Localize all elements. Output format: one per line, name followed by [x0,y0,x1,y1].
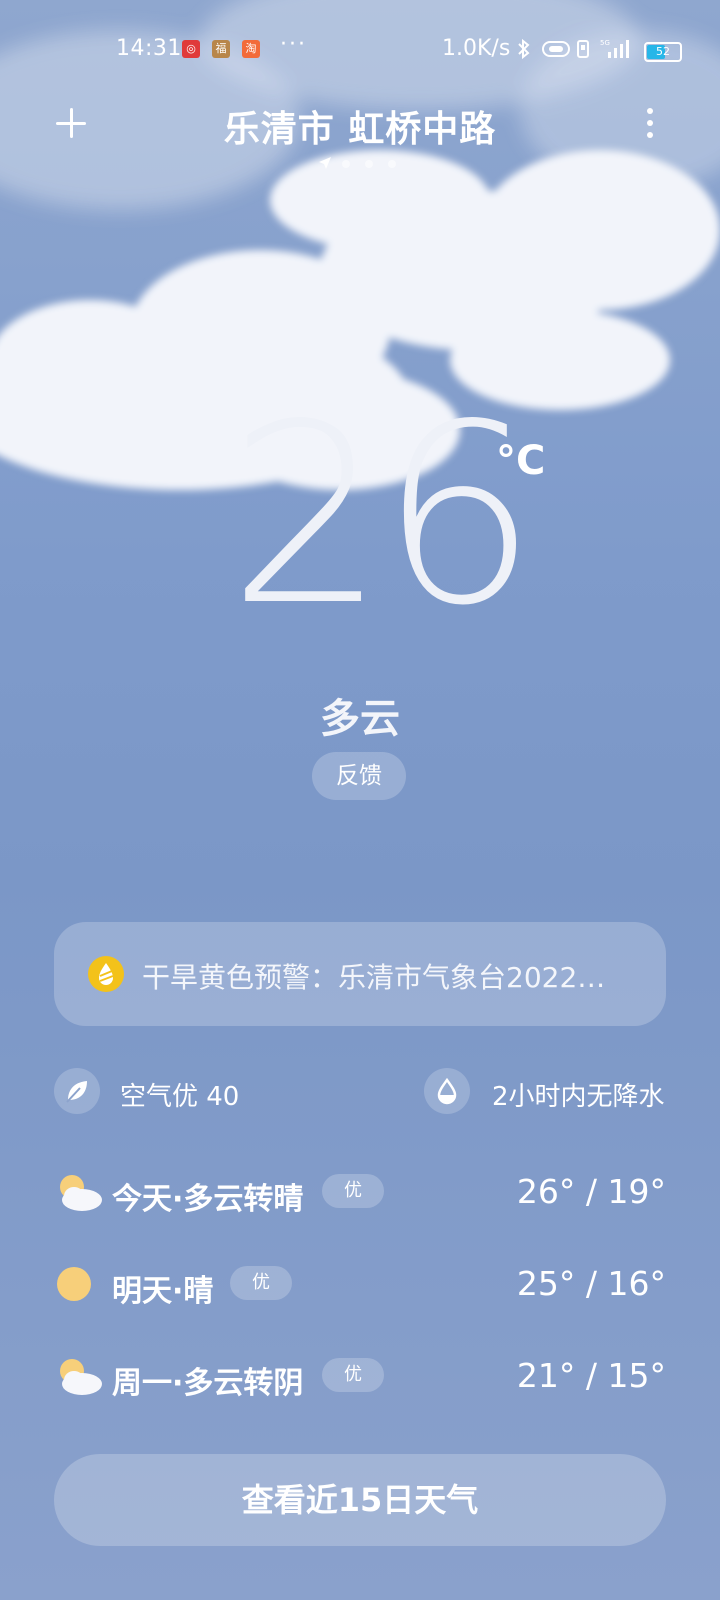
air-quality[interactable]: 空气优 40 [120,1076,239,1113]
raindrop-icon [424,1068,470,1114]
taobao-icon: 淘 [242,40,260,58]
bluetooth-icon [518,38,530,60]
more-menu-button[interactable] [644,108,656,142]
leaf-icon [54,1068,100,1114]
temperature-unit: °C [496,438,546,484]
partly-cloudy-icon [60,1359,102,1395]
view-15-day-forecast-button[interactable]: 查看近15日天气 [54,1454,666,1546]
city-pager [318,156,408,170]
notification-more-icon: ··· [280,32,307,57]
forecast-row-monday[interactable]: 周一·多云转阴 优 21° / 15° [54,1348,666,1408]
temperature-range: 26° / 19° [516,1172,666,1211]
forecast-day: 周一·多云转阴 [112,1366,304,1401]
battery-icon: 52 [644,42,682,62]
air-quality-badge: 优 [322,1174,384,1208]
pager-dot [342,160,350,168]
weather-alert-card[interactable]: 干旱黄色预警：乐清市气象台2022年10月... [54,922,666,1026]
current-temperature: 26 [228,372,538,660]
forecast-day: 明天·晴 [112,1274,214,1309]
precipitation-forecast[interactable]: 2小时内无降水 [492,1076,665,1113]
forecast-day: 今天·多云转晴 [112,1182,304,1217]
fu-icon: 福 [212,40,230,58]
nfc-icon [542,41,570,57]
pager-dot [388,160,396,168]
clock: 14:31 [116,36,182,61]
location-arrow-icon [319,157,331,169]
current-condition: 多云 [320,696,400,742]
add-city-button[interactable] [54,106,88,140]
forecast-row-tomorrow[interactable]: 明天·晴 优 25° / 16° [54,1256,666,1316]
city-title[interactable]: 乐清市 虹桥中路 [160,100,560,152]
net-speed: 1.0K/s [442,36,511,61]
air-quality-badge: 优 [230,1266,292,1300]
status-bar: 14:31 ◎ 福 淘 ··· 1.0K/s 5G 52 [0,32,720,66]
svg-text:5G: 5G [600,39,610,47]
signal-icon: 5G [600,39,629,58]
drought-warning-icon [88,956,124,992]
partly-cloudy-icon [60,1175,102,1211]
sunny-icon [57,1267,91,1301]
alert-text: 干旱黄色预警：乐清市气象台2022年10月... [142,961,632,994]
temperature-range: 25° / 16° [516,1264,666,1303]
forecast-row-today[interactable]: 今天·多云转晴 优 26° / 19° [54,1164,666,1224]
air-quality-badge: 优 [322,1358,384,1392]
feedback-button[interactable]: 反馈 [312,752,406,800]
vibrate-icon [577,40,589,58]
netease-music-icon: ◎ [182,40,200,58]
temperature-range: 21° / 15° [516,1356,666,1395]
pager-dot [365,160,373,168]
